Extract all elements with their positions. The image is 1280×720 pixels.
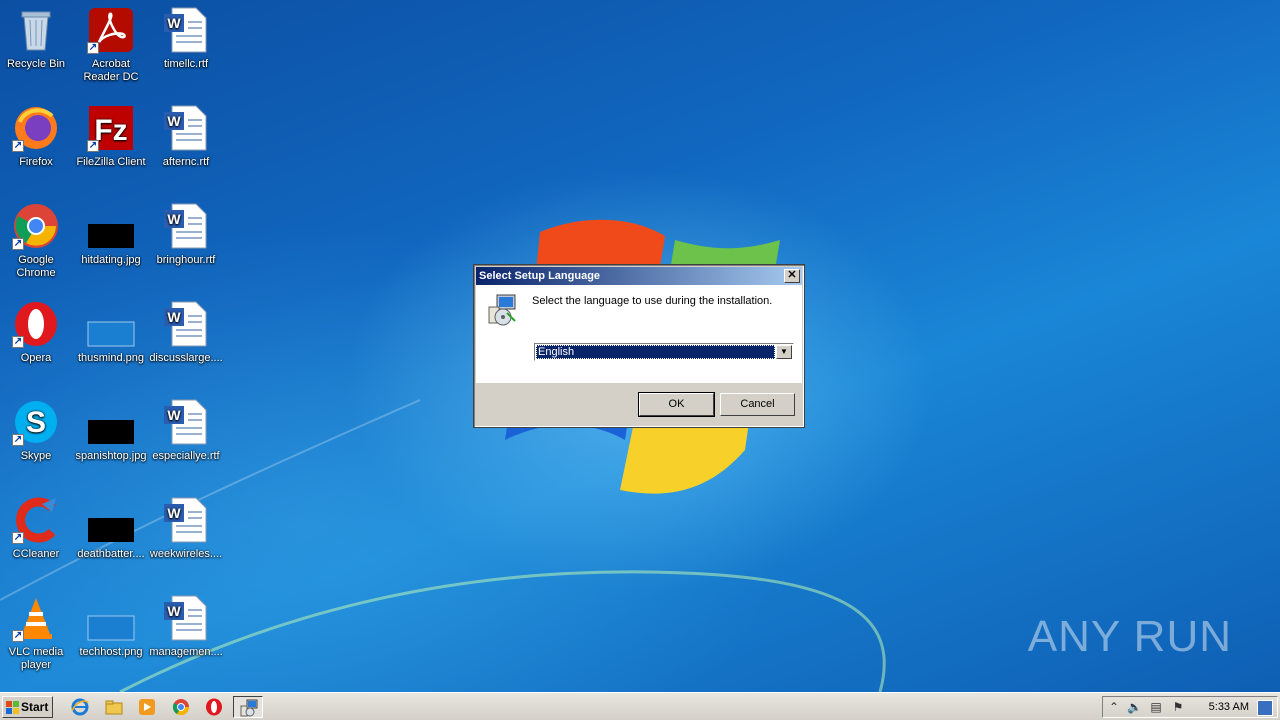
- desktop-icon-skype[interactable]: S ↗ Skype: [0, 398, 74, 463]
- image-thumbnail-icon: [87, 202, 135, 250]
- image-thumbnail-icon: [87, 398, 135, 446]
- shortcut-arrow-icon: ↗: [87, 42, 99, 54]
- recycle-bin-icon: [12, 6, 60, 54]
- svg-text:W: W: [167, 309, 181, 325]
- show-hidden-icons-icon[interactable]: ⌃: [1107, 700, 1121, 714]
- rtf-document-icon: W: [162, 300, 210, 348]
- dialog-body: Select the language to use during the in…: [476, 285, 802, 383]
- image-thumbnail-icon: [87, 300, 135, 348]
- shortcut-arrow-icon: ↗: [12, 630, 24, 642]
- svg-text:W: W: [167, 113, 181, 129]
- setup-computer-icon: [488, 294, 516, 326]
- desktop-icon-spanishtop[interactable]: spanishtop.jpg: [73, 398, 149, 463]
- media-player-icon[interactable]: [137, 697, 157, 717]
- desktop-icon-opera[interactable]: ↗ Opera: [0, 300, 74, 365]
- image-thumbnail-icon: [87, 594, 135, 642]
- chevron-down-icon[interactable]: ▼: [776, 345, 792, 359]
- desktop-icon-especiallye[interactable]: W especiallye.rtf: [148, 398, 224, 463]
- desktop-icon-recycle-bin[interactable]: Recycle Bin: [0, 6, 74, 71]
- dialog-prompt: Select the language to use during the in…: [532, 295, 773, 307]
- desktop-icon-vlc[interactable]: ↗ VLC media player: [0, 594, 74, 672]
- chrome-icon[interactable]: [171, 697, 191, 717]
- desktop: Recycle Bin ↗ Firefox ↗ Google Chrome ↗ …: [0, 0, 1280, 692]
- desktop-icon-techhost[interactable]: techhost.png: [73, 594, 149, 659]
- desktop-icon-afternc[interactable]: W afternc.rtf: [148, 104, 224, 169]
- dialog-titlebar[interactable]: Select Setup Language ✕: [476, 267, 802, 285]
- desktop-icon-hitdating[interactable]: hitdating.jpg: [73, 202, 149, 267]
- rtf-document-icon: W: [162, 202, 210, 250]
- shortcut-arrow-icon: ↗: [12, 140, 24, 152]
- rtf-document-icon: W: [162, 104, 210, 152]
- skype-icon: S ↗: [12, 398, 60, 446]
- desktop-icon-weekwireles[interactable]: W weekwireles....: [148, 496, 224, 561]
- filezilla-icon: Fz ↗: [87, 104, 135, 152]
- shortcut-arrow-icon: ↗: [12, 434, 24, 446]
- desktop-icon-chrome[interactable]: ↗ Google Chrome: [0, 202, 74, 280]
- shortcut-arrow-icon: ↗: [87, 140, 99, 152]
- system-tray: ⌃ 🔈 ▤ ⚑ 5:33 AM: [1102, 696, 1278, 718]
- svg-text:W: W: [167, 15, 181, 31]
- svg-text:Fz: Fz: [94, 114, 127, 147]
- rtf-document-icon: W: [162, 398, 210, 446]
- desktop-icon-timellc[interactable]: W timellc.rtf: [148, 6, 224, 71]
- desktop-icon-acrobat[interactable]: ↗ Acrobat Reader DC: [73, 6, 149, 84]
- ok-button[interactable]: OK: [638, 392, 715, 417]
- desktop-icon-discusslarge[interactable]: W discusslarge....: [148, 300, 224, 365]
- desktop-icon-bringhour[interactable]: W bringhour.rtf: [148, 202, 224, 267]
- desktop-icon-filezilla[interactable]: Fz ↗ FileZilla Client: [73, 104, 149, 169]
- action-center-flag-icon[interactable]: ⚑: [1171, 700, 1185, 714]
- desktop-icon-ccleaner[interactable]: ↗ CCleaner: [0, 496, 74, 561]
- shortcut-arrow-icon: ↗: [12, 532, 24, 544]
- vlc-icon: ↗: [12, 594, 60, 642]
- desktop-icon-firefox[interactable]: ↗ Firefox: [0, 104, 74, 169]
- rtf-document-icon: W: [162, 6, 210, 54]
- anyrun-watermark: ANY RUN: [1028, 612, 1232, 662]
- language-select[interactable]: English ▼: [534, 343, 794, 361]
- svg-text:W: W: [167, 211, 181, 227]
- svg-text:W: W: [167, 603, 181, 619]
- cancel-button[interactable]: Cancel: [720, 393, 795, 416]
- firefox-icon: ↗: [12, 104, 60, 152]
- clock[interactable]: 5:33 AM: [1209, 701, 1249, 713]
- image-thumbnail-icon: [87, 496, 135, 544]
- language-select-value: English: [536, 345, 775, 359]
- opera-icon[interactable]: [204, 697, 224, 717]
- desktop-icon-managemen[interactable]: W managemen....: [148, 594, 224, 659]
- windows-logo-icon: [6, 701, 19, 714]
- start-button[interactable]: Start: [2, 696, 53, 718]
- acrobat-reader-icon: ↗: [87, 6, 135, 54]
- taskbar-setup-window[interactable]: [233, 696, 263, 718]
- rtf-document-icon: W: [162, 496, 210, 544]
- ccleaner-icon: ↗: [12, 496, 60, 544]
- volume-icon[interactable]: 🔈: [1127, 700, 1142, 714]
- start-label: Start: [21, 700, 49, 714]
- close-button[interactable]: ✕: [784, 269, 800, 283]
- desktop-icon-deathbatter[interactable]: deathbatter....: [73, 496, 149, 561]
- internet-explorer-icon[interactable]: [70, 697, 90, 717]
- rtf-document-icon: W: [162, 594, 210, 642]
- shortcut-arrow-icon: ↗: [12, 238, 24, 250]
- dialog-title: Select Setup Language: [479, 270, 601, 282]
- chrome-icon: ↗: [12, 202, 60, 250]
- opera-icon: ↗: [12, 300, 60, 348]
- shortcut-arrow-icon: ↗: [12, 336, 24, 348]
- watermark-text: ANY RUN: [1027, 612, 1232, 661]
- desktop-icon-thusmind[interactable]: thusmind.png: [73, 300, 149, 365]
- svg-text:W: W: [167, 505, 181, 521]
- taskbar: Start ⌃ 🔈 ▤ ⚑ 5:33 AM: [0, 692, 1280, 720]
- file-explorer-icon[interactable]: [104, 697, 124, 717]
- svg-text:S: S: [26, 406, 46, 439]
- select-setup-language-dialog: Select Setup Language ✕ Select the langu…: [473, 264, 805, 428]
- network-icon[interactable]: ▤: [1149, 700, 1163, 714]
- setup-app-icon: [240, 699, 258, 717]
- show-desktop-button[interactable]: [1257, 700, 1273, 716]
- svg-text:W: W: [167, 407, 181, 423]
